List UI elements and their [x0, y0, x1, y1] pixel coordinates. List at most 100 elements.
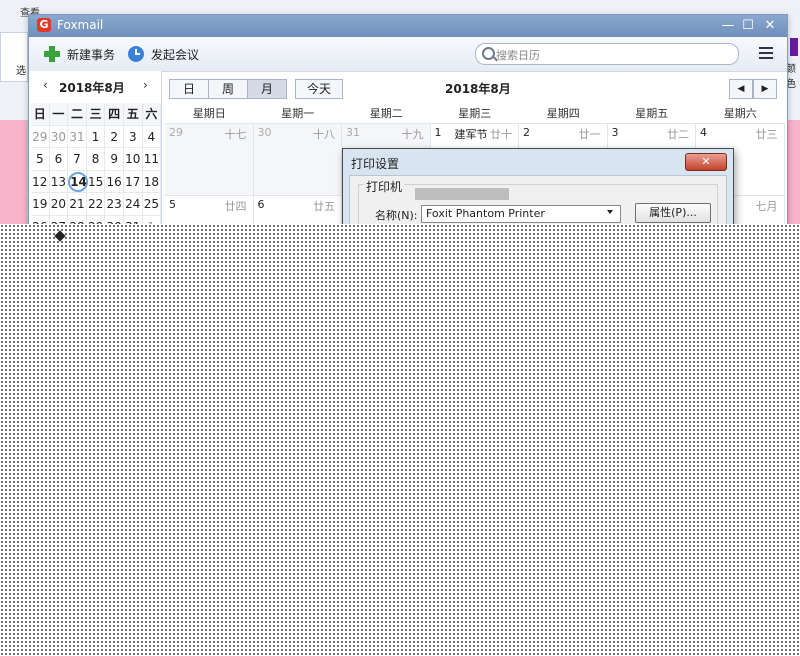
mini-day[interactable]: 22: [86, 193, 106, 216]
weekday-label: 星期一: [281, 107, 315, 120]
mini-day[interactable]: 15: [86, 170, 106, 193]
mini-day[interactable]: 24: [123, 193, 143, 216]
mini-day-number: 8: [91, 152, 100, 166]
weekday-label: 星期二: [369, 107, 403, 120]
lunar-date: 七月: [755, 200, 778, 213]
mini-day-number: 19: [32, 197, 48, 211]
day-view-button[interactable]: 日: [169, 79, 209, 99]
mini-day-number: 16: [106, 174, 122, 189]
dialog-close-button[interactable]: ✕: [685, 153, 727, 171]
mini-day[interactable]: 11: [142, 148, 162, 171]
weekday-label: 星期六: [723, 107, 757, 120]
close-button[interactable]: ✕: [761, 17, 779, 35]
mini-day[interactable]: 30: [49, 125, 69, 148]
lunar-date: 十七: [224, 128, 247, 141]
mini-day-number: 30: [50, 129, 67, 144]
mini-day[interactable]: 7: [68, 148, 87, 171]
start-meeting-button[interactable]: 发起会议: [127, 44, 199, 64]
mini-day[interactable]: 5: [31, 148, 50, 171]
search-icon: [482, 47, 495, 60]
day-cell[interactable]: 29 十七: [165, 123, 254, 195]
printer-properties-button[interactable]: 属性(P)...: [635, 203, 711, 223]
mini-day-number: 9: [110, 152, 118, 166]
mini-day-number: 12: [32, 174, 48, 189]
day-number: 29: [169, 126, 183, 139]
mini-day[interactable]: 2: [105, 125, 124, 148]
dotted-overlay: [0, 224, 800, 656]
mini-day-number: 20: [50, 197, 67, 211]
day-cell[interactable]: 30 十八: [253, 123, 342, 195]
mini-day-number: 21: [69, 197, 85, 211]
mini-calendar-grid: 日一二三四五六 29 30 31 1 2 3 4 5 6 7 8 9 10 11 12 13 14 15 16 17 18…: [31, 103, 162, 225]
mini-day-number: 15: [87, 174, 104, 189]
mini-weekday-header: 四: [105, 103, 124, 126]
mini-day[interactable]: 12: [31, 170, 50, 193]
toolbar: 新建事务 发起会议 搜索日历: [29, 37, 787, 72]
day-number: 6: [257, 198, 265, 211]
mini-day-number: 24: [125, 197, 141, 211]
redaction-mask: [415, 188, 509, 200]
mini-day[interactable]: 10: [123, 148, 143, 171]
mini-day[interactable]: 17: [123, 170, 143, 193]
mini-day[interactable]: 29: [31, 125, 50, 148]
mini-day[interactable]: 13: [49, 170, 69, 193]
mini-calendar-title: 2018年8月: [59, 81, 125, 95]
maximize-button[interactable]: ☐: [739, 17, 757, 35]
mini-day-number: 18: [143, 174, 159, 189]
background-color-swatch[interactable]: [790, 38, 798, 56]
month-view-button[interactable]: 月: [247, 79, 287, 99]
mini-day[interactable]: 16: [105, 170, 124, 193]
printer-name-label: 名称(N):: [375, 209, 418, 222]
mini-weekday-header: 二: [68, 103, 87, 126]
printer-group-label: 打印机: [364, 178, 405, 195]
mini-day-number: 14: [68, 171, 89, 192]
mini-day[interactable]: 21: [68, 193, 87, 216]
mini-day[interactable]: 3: [123, 125, 143, 148]
day-number: 5: [169, 198, 176, 211]
day-cell[interactable]: 5 廿四: [165, 195, 254, 225]
prev-month-button[interactable]: ◀: [729, 79, 753, 99]
mini-day-number: 10: [125, 152, 141, 166]
dropdown-arrow-icon[interactable]: [607, 210, 613, 214]
day-number: 4: [700, 126, 707, 139]
title-bar[interactable]: G Foxmail — ☐ ✕: [29, 15, 787, 37]
search-placeholder: 搜索日历: [496, 49, 540, 62]
window-title: Foxmail: [57, 18, 104, 32]
weekday-label: 星期五: [635, 107, 669, 120]
mini-prev-month-button[interactable]: ‹: [43, 78, 48, 92]
day-cell[interactable]: 6 廿五: [253, 195, 342, 225]
menu-icon[interactable]: [759, 47, 773, 59]
mini-day-number: 17: [125, 174, 141, 189]
mini-day[interactable]: 4: [142, 125, 162, 148]
day-number: 30: [257, 126, 272, 139]
weekday-label: 星期日: [192, 107, 226, 120]
printer-select[interactable]: Foxit Phantom Printer: [421, 205, 621, 223]
minimize-button[interactable]: —: [719, 17, 737, 35]
week-view-button[interactable]: 周: [208, 79, 248, 99]
mini-day[interactable]: 18: [142, 170, 162, 193]
foxmail-logo-icon: G: [37, 18, 51, 32]
mini-weekday-header: 日: [31, 103, 50, 126]
calendar-search-input[interactable]: 搜索日历: [475, 43, 739, 65]
dialog-title: 打印设置: [351, 157, 400, 171]
mini-weekday-header: 六: [142, 103, 162, 126]
mini-day[interactable]: 23: [105, 193, 124, 216]
mini-day-number: 1: [91, 129, 100, 144]
today-button[interactable]: 今天: [295, 79, 343, 99]
mini-day-number: 2: [110, 129, 118, 144]
mini-day-number: 7: [73, 152, 81, 166]
mini-day[interactable]: 19: [31, 193, 50, 216]
new-event-button[interactable]: 新建事务: [43, 44, 115, 64]
mini-day[interactable]: 31: [68, 125, 87, 148]
mini-day[interactable]: 8: [86, 148, 106, 171]
mini-day[interactable]: 6: [49, 148, 69, 171]
mini-day-number: 23: [106, 197, 122, 211]
mini-day-number: 31: [69, 129, 85, 144]
mini-day[interactable]: 1: [86, 125, 106, 148]
mini-day-today[interactable]: 14: [68, 170, 89, 193]
next-month-button[interactable]: ▶: [753, 79, 777, 99]
mini-day[interactable]: 25: [142, 193, 162, 216]
mini-day[interactable]: 20: [49, 193, 69, 216]
mini-day[interactable]: 9: [105, 148, 124, 171]
mini-next-month-button[interactable]: ›: [143, 78, 148, 92]
